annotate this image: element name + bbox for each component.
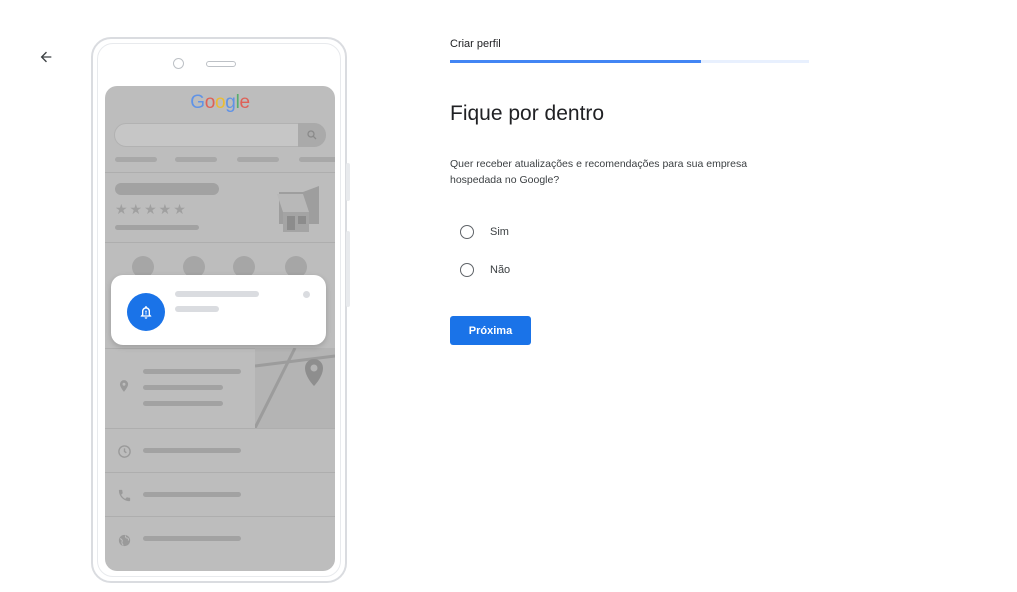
- search-icon: [307, 130, 317, 140]
- next-button[interactable]: Próxima: [450, 316, 531, 345]
- mock-divider: [105, 172, 335, 173]
- progress-bar: [450, 60, 809, 63]
- logo-letter: e: [239, 92, 250, 113]
- google-logo: Google: [105, 92, 335, 114]
- phone-speaker: [206, 61, 236, 67]
- step-label: Criar perfil: [450, 38, 501, 50]
- globe-icon: [116, 532, 132, 548]
- radio-button[interactable]: [460, 263, 474, 277]
- logo-letter: o: [215, 92, 226, 113]
- radio-button[interactable]: [460, 225, 474, 239]
- mock-tab: [115, 157, 157, 162]
- mock-text-line: [143, 492, 241, 497]
- logo-letter: G: [190, 92, 205, 113]
- mock-text-line: [143, 369, 241, 374]
- mock-tab: [175, 157, 217, 162]
- radio-option-sim[interactable]: Sim: [460, 225, 509, 239]
- mock-divider: [105, 516, 335, 517]
- mock-map: [253, 347, 335, 429]
- logo-letter: g: [225, 92, 236, 113]
- back-button[interactable]: [33, 44, 59, 70]
- question-text: Quer receber atualizações e recomendaçõe…: [450, 158, 748, 186]
- mock-search-bar: [114, 123, 326, 147]
- mock-search-button: [298, 123, 326, 147]
- mock-divider: [105, 428, 335, 429]
- mock-business-name: [115, 183, 219, 195]
- radio-label[interactable]: Sim: [490, 226, 509, 238]
- phone-side-button: [346, 163, 350, 201]
- mock-text-line: [143, 385, 223, 390]
- notification-body-line: [175, 306, 219, 312]
- phone-side-button: [346, 231, 350, 307]
- page-title: Fique por dentro: [450, 102, 605, 125]
- mock-text-line: [143, 536, 241, 541]
- mock-divider: [105, 242, 335, 243]
- logo-letter: o: [204, 92, 216, 113]
- progress-fill: [450, 60, 702, 63]
- radio-option-nao[interactable]: Não: [460, 263, 510, 277]
- mock-tab: [237, 157, 279, 162]
- notification-title-line: [175, 291, 259, 297]
- store-icon: [277, 186, 319, 232]
- arrow-back-icon: [40, 51, 52, 63]
- location-pin-icon: [116, 378, 132, 394]
- notification-card: [111, 275, 326, 345]
- mock-rating-stars: ★★★★★: [115, 201, 188, 217]
- bell-icon: [140, 306, 152, 319]
- clock-icon: [116, 443, 132, 459]
- mock-divider: [105, 472, 335, 473]
- notification-dot: [303, 291, 310, 298]
- phone-icon: [116, 487, 132, 503]
- mock-text-line: [143, 448, 241, 453]
- notification-icon-circle: [127, 293, 165, 331]
- map-roads: [253, 347, 335, 429]
- mock-tab: [299, 157, 335, 162]
- phone-camera: [173, 58, 184, 69]
- mock-text-line: [143, 401, 223, 406]
- radio-label[interactable]: Não: [490, 264, 510, 276]
- mock-text-line: [115, 225, 199, 230]
